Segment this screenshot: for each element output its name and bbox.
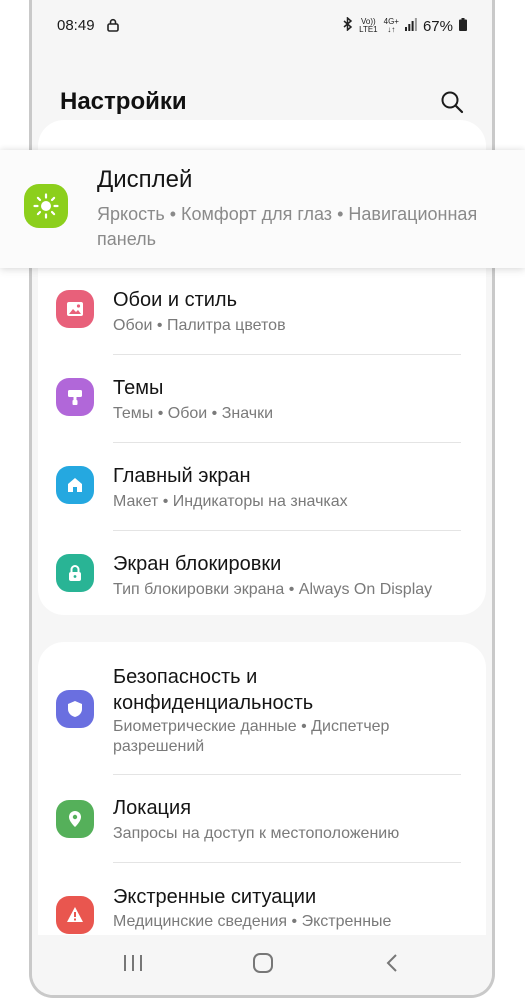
bluetooth-icon [343, 16, 353, 35]
divider [113, 442, 461, 443]
list-item-sub: Обои • Палитра цветов [113, 317, 286, 334]
wallpaper-icon [56, 290, 94, 328]
list-item-label: Экстренные ситуации [113, 886, 317, 908]
paint-brush-icon [56, 378, 94, 416]
warning-icon [56, 896, 94, 934]
list-item-sub: Запросы на доступ к местоположению [113, 825, 400, 842]
list-item-sub: Яркость • Комфорт для глаз • Навигационн… [97, 204, 478, 249]
page-title: Настройки [60, 88, 187, 115]
divider [113, 862, 461, 863]
list-item-lock-screen[interactable]: Экран блокировки Тип блокировки экрана •… [38, 544, 486, 632]
network-indicator: 4G+ ↓↑ [383, 17, 399, 34]
list-item-label: Темы [113, 377, 164, 399]
signal-icon [404, 17, 417, 35]
list-item-display[interactable]: Дисплей Яркость • Комфорт для глаз • Нав… [0, 150, 525, 268]
home-button-icon[interactable] [252, 953, 274, 978]
sun-icon [24, 184, 68, 228]
home-icon [56, 466, 94, 504]
navigation-bar [32, 935, 492, 995]
battery-icon [459, 17, 467, 35]
status-bar: 08:49 Vo)) LTE1 4G+ ↓↑ 67% [57, 14, 467, 38]
list-item-sub: Биометрические данные • Диспетчер разреш… [113, 718, 390, 755]
list-item-sub: Темы • Обои • Значки [113, 405, 274, 422]
list-item-label: Дисплей [97, 166, 193, 193]
lock-icon [107, 18, 119, 36]
list-item-security[interactable]: Безопасность и конфиденциальность Биомет… [38, 664, 486, 784]
list-item-label: Локация [113, 797, 192, 819]
search-icon[interactable] [440, 90, 464, 119]
list-item-label: Главный экран [113, 465, 251, 487]
list-item-sub: Тип блокировки экрана • Always On Displa… [113, 581, 433, 598]
shield-icon [56, 690, 94, 728]
list-item-label: Безопасность и конфиденциальность [113, 666, 314, 714]
list-item-sub: Медицинские сведения • Экстренные [113, 913, 392, 930]
back-icon[interactable] [382, 953, 404, 978]
location-pin-icon [56, 800, 94, 838]
divider [113, 354, 461, 355]
recents-icon[interactable] [122, 953, 144, 978]
list-item-sub: Макет • Индикаторы на значках [113, 493, 348, 510]
list-item-label: Экран блокировки [113, 553, 282, 575]
divider [113, 530, 461, 531]
status-time: 08:49 [57, 17, 95, 34]
volte-indicator: Vo)) LTE1 [359, 17, 378, 34]
divider [113, 774, 461, 775]
list-item-location[interactable]: Локация Запросы на доступ к местоположен… [38, 788, 486, 866]
status-icons: Vo)) LTE1 4G+ ↓↑ 67% [343, 16, 467, 35]
list-item-label: Обои и стиль [113, 289, 238, 311]
padlock-icon [56, 554, 94, 592]
battery-percent: 67% [422, 17, 453, 35]
